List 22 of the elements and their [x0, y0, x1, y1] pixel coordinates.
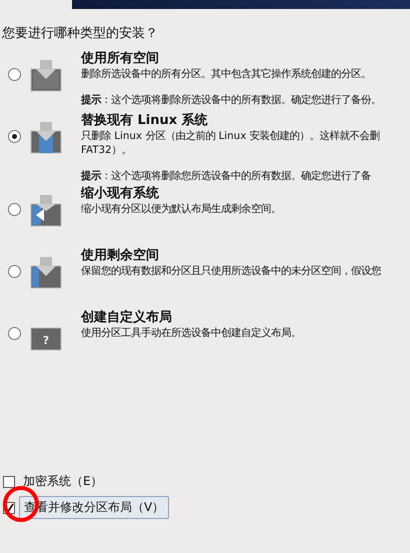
annotation-circle: [2, 485, 40, 523]
radio-button[interactable]: [8, 265, 21, 278]
checkbox-label[interactable]: 加密系统（E）: [19, 471, 107, 492]
checkbox[interactable]: [3, 476, 15, 488]
question-text: 您要进行哪种类型的安装？: [2, 25, 159, 42]
option-hint: 提示：这个选项将删除所选设备中的所有数据。确定您进行了备份。: [81, 93, 381, 107]
option-description: 删除所选设备中的所有分区。其中包含其它操作系统创建的分区。: [81, 67, 372, 81]
option-hint: 提示：这个选项将删除您所选设备中的所有数据。确定您进行了备: [81, 169, 372, 183]
option-title: 使用剩余空间: [81, 247, 160, 264]
radio-button[interactable]: [8, 130, 21, 143]
option-title: 缩小现有系统: [81, 185, 160, 202]
option-title: 替换现有 Linux 系统: [81, 112, 209, 129]
option-description: 保留您的现有数据和分区且只使用所选设备中的未分区空间，假设您: [81, 264, 381, 278]
radio-button[interactable]: [8, 68, 21, 81]
option-title: 创建自定义布局: [81, 309, 173, 326]
option-description: 使用分区工具手动在所选设备中创建自定义布局。: [81, 326, 301, 340]
option-description: 缩小现有分区以便为默认布局生成剩余空间。: [81, 202, 281, 216]
radio-button[interactable]: [8, 203, 21, 216]
radio-button[interactable]: [8, 327, 21, 340]
option-description: FAT32）。: [81, 143, 133, 157]
option-description: 只删除 Linux 分区（由之前的 Linux 安装创建的）。这样就不会删: [81, 129, 380, 143]
option-title: 使用所有空间: [81, 50, 160, 67]
